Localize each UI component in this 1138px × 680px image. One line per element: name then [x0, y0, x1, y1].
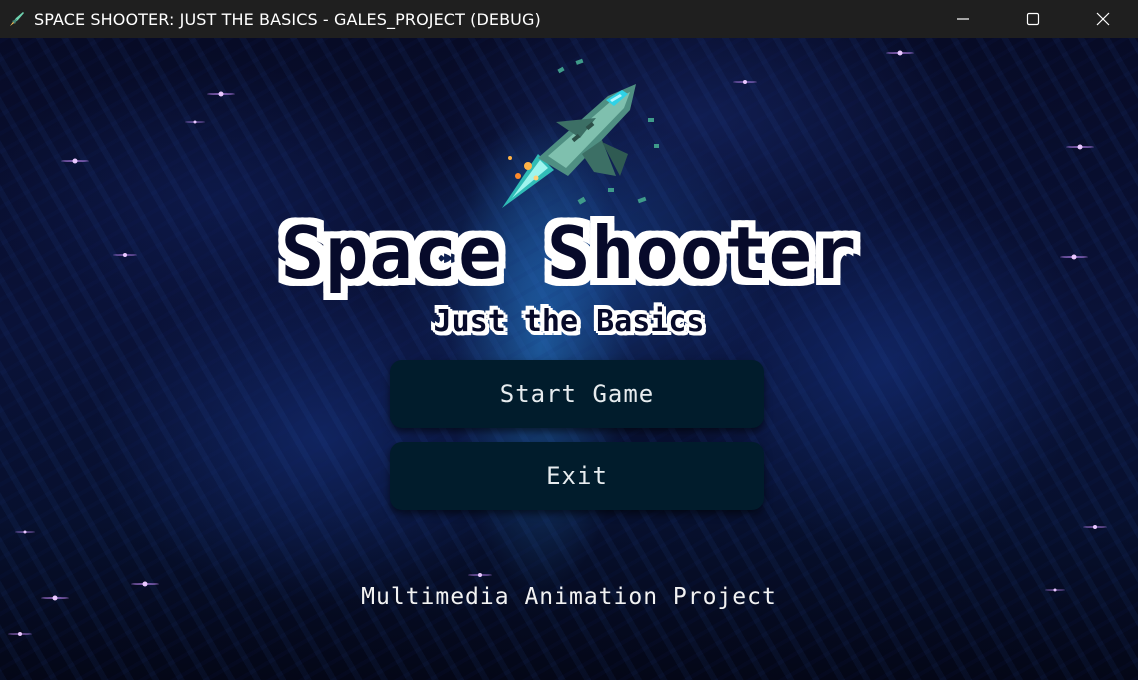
minimize-button[interactable] [928, 0, 998, 38]
game-title: Space Shooter [280, 211, 858, 295]
game-subtitle: Just the Basics [433, 304, 705, 339]
start-game-button[interactable]: Start Game [390, 360, 764, 428]
close-icon [1096, 12, 1110, 26]
window-title: SPACE SHOOTER: JUST THE BASICS - GALES_P… [34, 9, 541, 29]
game-viewport[interactable]: Space Shooter Just the Basics Start Game… [0, 38, 1138, 680]
star-icon [733, 80, 757, 84]
star-icon [8, 632, 32, 636]
star-icon [61, 158, 89, 164]
star-icon [1083, 525, 1107, 529]
star-icon [207, 91, 235, 97]
minimize-icon [957, 18, 969, 20]
maximize-button[interactable] [998, 0, 1068, 38]
maximize-icon [1026, 12, 1040, 26]
close-button[interactable] [1068, 0, 1138, 38]
star-icon [468, 573, 492, 577]
exit-button[interactable]: Exit [390, 442, 764, 510]
spaceship-icon [502, 58, 659, 208]
game-window: SPACE SHOOTER: JUST THE BASICS - GALES_P… [0, 0, 1138, 680]
star-icon [1066, 144, 1094, 150]
star-icon [185, 120, 205, 124]
title-bar[interactable]: SPACE SHOOTER: JUST THE BASICS - GALES_P… [0, 0, 1138, 38]
star-icon [886, 50, 914, 56]
spaceship-app-icon [8, 10, 26, 28]
star-icon [15, 530, 35, 534]
window-controls [928, 0, 1138, 38]
footer-credit: Multimedia Animation Project [361, 584, 777, 610]
